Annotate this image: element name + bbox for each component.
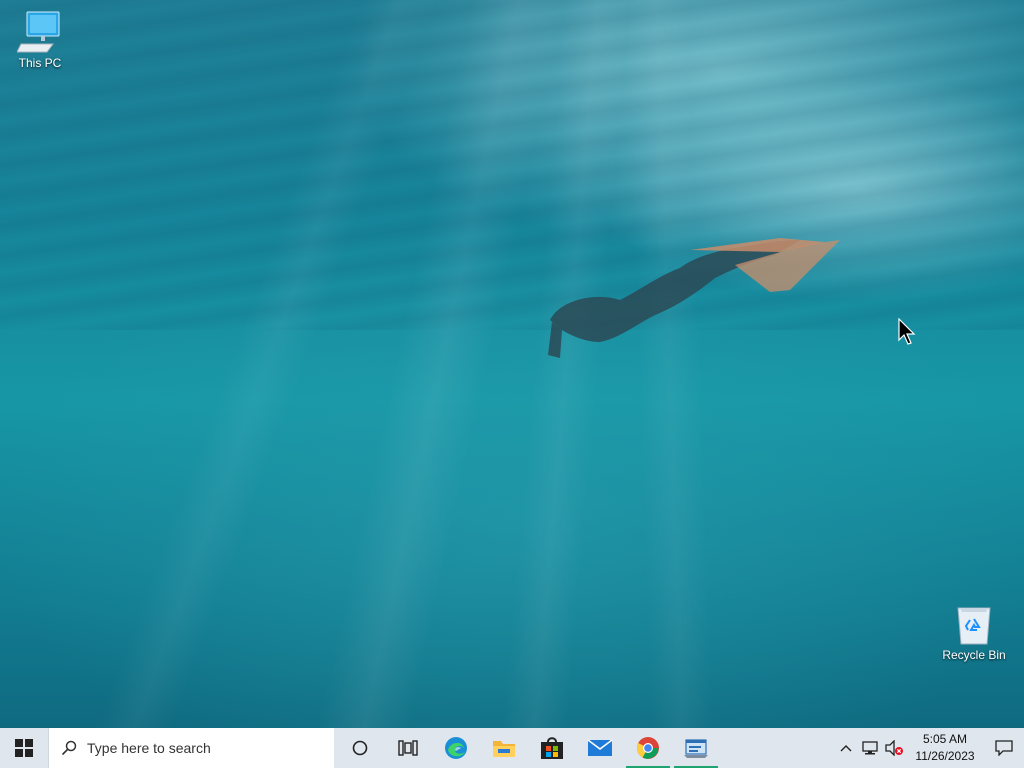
speaker-muted-icon [885,740,903,756]
cortana-circle-icon [352,740,368,756]
taskbar-app-window[interactable] [672,728,720,768]
task-view-button[interactable] [384,728,432,768]
windows-logo-icon [15,739,33,757]
mail-envelope-icon [587,739,613,756]
task-view-icon [398,740,418,756]
taskbar-clock[interactable]: 5:05 AM 11/26/2023 [910,731,980,765]
clock-date: 11/26/2023 [915,749,975,763]
chrome-icon [637,737,659,759]
app-window-icon [684,739,708,758]
desktop-icon-recycle-bin[interactable]: Recycle Bin [936,602,1012,662]
this-pc-icon [17,11,60,53]
taskbar-chrome[interactable] [624,728,672,768]
edge-icon [445,737,467,759]
desktop-icon-this-pc[interactable]: This PC [2,10,78,70]
wave-pattern [0,0,1024,330]
search-placeholder: Type here to search [87,740,211,756]
cortana-button[interactable] [336,728,384,768]
volume-button[interactable] [882,728,906,768]
network-status-button[interactable] [858,728,882,768]
show-hidden-icons-button[interactable] [834,728,858,768]
store-bag-icon [541,737,563,759]
action-center-button[interactable] [984,728,1024,768]
search-icon [61,740,77,756]
network-icon [862,741,878,755]
clock-time: 5:05 AM [922,732,968,746]
taskbar-file-explorer[interactable] [480,728,528,768]
taskbar: Type here to search 5:05 AM 11/26/2023 [0,728,1024,768]
system-tray: 5:05 AM 11/26/2023 [834,728,1024,768]
folder-icon [493,741,515,757]
diver-silhouette [548,238,840,358]
taskbar-mail[interactable] [576,728,624,768]
notification-icon [995,740,1013,756]
recycle-bin-label: Recycle Bin [942,648,1006,662]
light-rays [0,0,1024,728]
chevron-up-icon [840,745,852,752]
this-pc-label: This PC [18,56,62,70]
taskbar-edge[interactable] [432,728,480,768]
desktop-wallpaper: This PC Recycle Bin [0,0,1024,728]
recycle-bin-icon [957,607,991,645]
start-button[interactable] [0,728,48,768]
taskbar-microsoft-store[interactable] [528,728,576,768]
mouse-cursor-icon [898,318,916,345]
taskbar-search-box[interactable]: Type here to search [48,728,334,768]
